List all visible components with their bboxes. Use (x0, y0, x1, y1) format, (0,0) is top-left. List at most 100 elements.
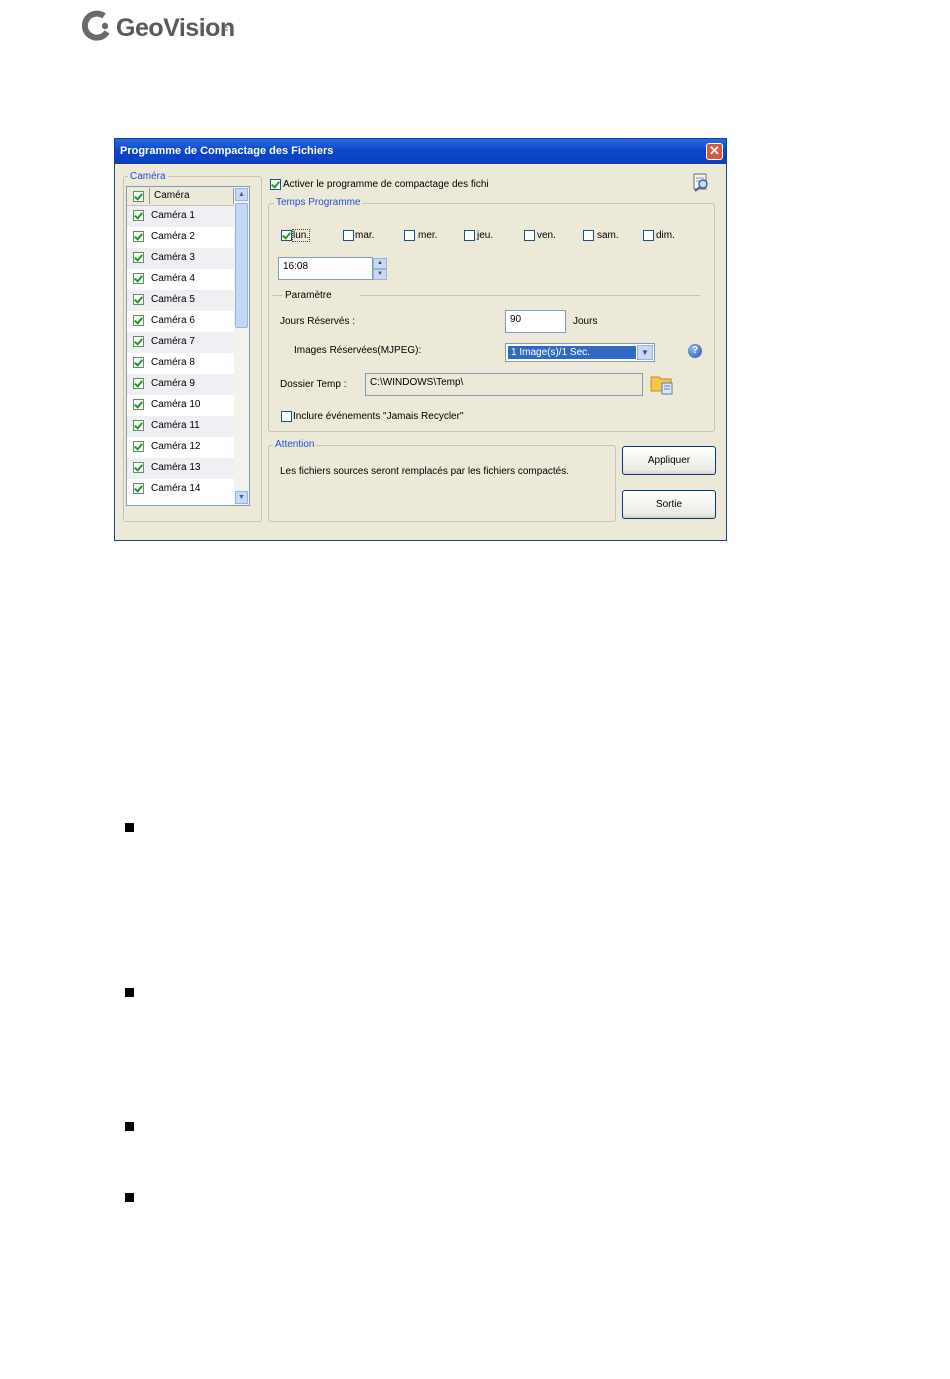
camera-row[interactable]: Caméra 5 (127, 290, 235, 311)
camera-list-header[interactable]: Caméra (127, 187, 235, 206)
brand-suffix: Inc. (224, 22, 230, 32)
close-icon[interactable]: ✕ (706, 143, 723, 160)
camera-group-legend: Caméra (128, 171, 168, 182)
temp-folder-field[interactable]: C:\WINDOWS\Temp\ (365, 373, 643, 396)
camera-label: Caméra 5 (151, 294, 195, 305)
include-events-checkbox[interactable] (281, 411, 292, 422)
camera-row[interactable]: Caméra 6 (127, 311, 235, 332)
params-divider-left (272, 295, 282, 296)
header-separator (149, 188, 150, 204)
scroll-thumb[interactable] (235, 203, 248, 328)
time-input[interactable]: 16:08 (278, 257, 373, 280)
camera-label: Caméra 1 (151, 210, 195, 221)
reserved-days-label: Jours Réservés : (280, 316, 356, 327)
reserved-images-value: 1 Image(s)/1 Sec. (508, 346, 636, 359)
schedule-group-legend: Temps Programme (274, 197, 363, 208)
reserved-images-label: Images Réservées(MJPEG): (294, 345, 422, 356)
enable-compaction-label: Activer le programme de compactage des f… (283, 179, 489, 190)
camera-checkbox[interactable] (133, 420, 144, 431)
brand-name: GeoVision (116, 14, 235, 42)
spin-up-icon[interactable]: ▲ (373, 258, 387, 269)
camera-list-header-label: Caméra (154, 190, 190, 201)
bullet-marker (125, 823, 134, 832)
camera-checkbox[interactable] (133, 315, 144, 326)
geovision-logo: GeoVision Inc. (82, 8, 235, 48)
camera-checkbox[interactable] (133, 357, 144, 368)
camera-row[interactable]: Caméra 10 (127, 395, 235, 416)
camera-row[interactable]: Caméra 13 (127, 458, 235, 479)
camera-label: Caméra 12 (151, 441, 201, 452)
attention-group (268, 445, 616, 522)
camera-checkbox[interactable] (133, 336, 144, 347)
folder-browse-icon[interactable] (650, 372, 674, 396)
title-bar: Programme de Compactage des Fichiers ✕ (115, 139, 726, 164)
camera-label: Caméra 14 (151, 483, 201, 494)
camera-row[interactable]: Caméra 9 (127, 374, 235, 395)
spin-down-icon[interactable]: ▼ (373, 269, 387, 280)
camera-row[interactable]: Caméra 1 (127, 206, 235, 227)
reserved-days-unit: Jours (573, 316, 598, 327)
day-tuesday-checkbox[interactable] (343, 230, 354, 241)
camera-label: Caméra 9 (151, 378, 195, 389)
camera-list[interactable]: Caméra Caméra 1 Caméra 2 Caméra 3 Caméra… (126, 186, 250, 506)
day-saturday-label: sam. (597, 230, 619, 241)
camera-checkbox[interactable] (133, 462, 144, 473)
camera-label: Caméra 11 (151, 420, 200, 431)
camera-row[interactable]: Caméra 7 (127, 332, 235, 353)
day-monday-checkbox[interactable] (281, 230, 292, 241)
camera-checkbox[interactable] (133, 441, 144, 452)
enable-compaction-checkbox[interactable] (270, 179, 281, 190)
attention-group-legend: Attention (273, 439, 317, 450)
exit-button[interactable]: Sortie (622, 490, 716, 519)
camera-label: Caméra 7 (151, 336, 195, 347)
day-sunday-checkbox[interactable] (643, 230, 654, 241)
camera-checkbox[interactable] (133, 399, 144, 410)
camera-checkbox[interactable] (133, 378, 144, 389)
camera-checkbox[interactable] (133, 252, 144, 263)
camera-label: Caméra 6 (151, 315, 195, 326)
day-friday-checkbox[interactable] (524, 230, 535, 241)
reserved-days-input[interactable]: 90 (505, 310, 566, 333)
logo-mark-icon (82, 10, 110, 41)
include-events-label: Inclure événements "Jamais Recycler" (293, 411, 464, 422)
camera-row[interactable]: Caméra 8 (127, 353, 235, 374)
camera-label: Caméra 10 (151, 399, 201, 410)
attention-message: Les fichiers sources seront remplacés pa… (280, 466, 570, 477)
camera-label: Caméra 13 (151, 462, 201, 473)
camera-row[interactable]: Caméra 3 (127, 248, 235, 269)
scroll-up-icon[interactable]: ▲ (235, 188, 248, 201)
day-monday-label: lun. (291, 229, 311, 242)
camera-view-icon[interactable] (691, 172, 711, 192)
camera-label: Caméra 3 (151, 252, 195, 263)
camera-label: Caméra 2 (151, 231, 195, 242)
apply-button[interactable]: Appliquer (622, 446, 716, 475)
reserved-images-select[interactable]: 1 Image(s)/1 Sec. ▼ (505, 343, 655, 362)
camera-list-scrollbar[interactable]: ▲ ▼ (234, 187, 249, 505)
help-icon[interactable]: ? (688, 344, 702, 358)
chevron-down-icon[interactable]: ▼ (637, 345, 653, 360)
camera-row[interactable]: Caméra 4 (127, 269, 235, 290)
camera-checkbox[interactable] (133, 210, 144, 221)
dialog-title: Programme de Compactage des Fichiers (120, 145, 334, 157)
compaction-dialog: Programme de Compactage des Fichiers ✕ C… (114, 138, 727, 541)
camera-checkbox[interactable] (133, 483, 144, 494)
day-sunday-label: dim. (656, 230, 675, 241)
select-all-checkbox[interactable] (133, 191, 144, 202)
camera-row[interactable]: Caméra 2 (127, 227, 235, 248)
day-friday-label: ven. (537, 230, 556, 241)
day-thursday-checkbox[interactable] (464, 230, 475, 241)
camera-checkbox[interactable] (133, 273, 144, 284)
params-section-title: Paramètre (285, 290, 332, 301)
camera-checkbox[interactable] (133, 231, 144, 242)
camera-row[interactable]: Caméra 11 (127, 416, 235, 437)
scroll-down-icon[interactable]: ▼ (235, 491, 248, 504)
time-spinner[interactable]: ▲ ▼ (373, 258, 387, 280)
bullet-marker (125, 1193, 134, 1202)
camera-row[interactable]: Caméra 12 (127, 437, 235, 458)
day-saturday-checkbox[interactable] (583, 230, 594, 241)
camera-checkbox[interactable] (133, 294, 144, 305)
camera-label: Caméra 4 (151, 273, 195, 284)
camera-row[interactable]: Caméra 14 (127, 479, 235, 500)
day-wednesday-checkbox[interactable] (404, 230, 415, 241)
bullet-marker (125, 988, 134, 997)
